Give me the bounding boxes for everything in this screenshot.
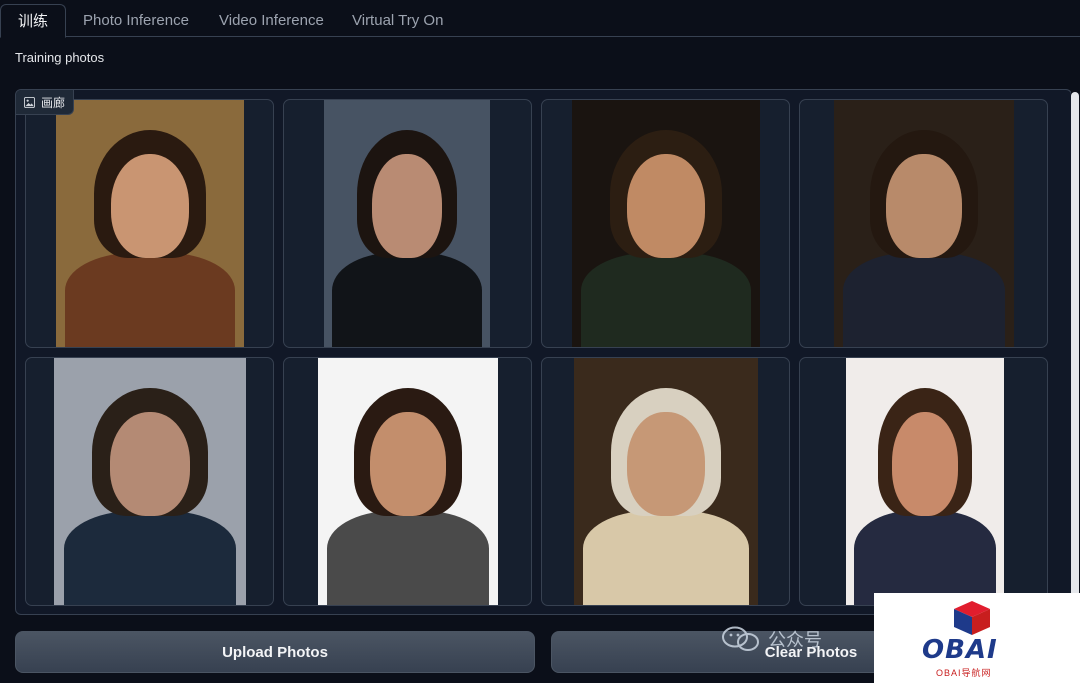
scrollbar-thumb[interactable] [1071, 92, 1079, 612]
gallery-badge-label: 画廊 [41, 95, 66, 110]
app-window: 训练 Photo Inference Video Inference Virtu… [0, 0, 1080, 683]
upload-photos-button[interactable]: Upload Photos [15, 631, 535, 673]
gallery-thumbnail[interactable] [799, 99, 1048, 348]
brand-logo-text: OBAI [922, 635, 998, 665]
tab-virtual-try-on[interactable]: Virtual Try On [335, 4, 460, 37]
portrait-photo [324, 100, 490, 347]
gallery-thumbnail[interactable] [541, 99, 790, 348]
tab-training[interactable]: 训练 [0, 4, 67, 38]
gallery-badge: 画廊 [16, 90, 75, 115]
portrait-photo [318, 358, 498, 605]
cube-logo-icon [954, 601, 990, 635]
gallery-thumbnail[interactable] [283, 99, 532, 348]
gallery-scrollbar[interactable] [1071, 90, 1079, 614]
portrait-photo [574, 358, 758, 605]
gallery-thumbnail[interactable] [283, 357, 532, 606]
photo-gallery: 画廊 [15, 89, 1072, 615]
portrait-photo [572, 100, 760, 347]
tab-photo-inference[interactable]: Photo Inference [66, 4, 206, 37]
gallery-thumbnail[interactable] [799, 357, 1048, 606]
tab-bar: 训练 Photo Inference Video Inference Virtu… [0, 0, 1080, 38]
gallery-thumbnail[interactable] [25, 357, 274, 606]
brand-logo: OBAI OBAI导航网 [874, 593, 1080, 683]
wechat-icon [722, 626, 759, 651]
tab-video-inference[interactable]: Video Inference [202, 4, 341, 37]
section-label: Training photos [15, 50, 105, 65]
brand-logo-subtext: OBAI导航网 [936, 668, 992, 678]
portrait-photo [54, 358, 246, 605]
portrait-photo [834, 100, 1014, 347]
portrait-photo [56, 100, 244, 347]
wechat-watermark-text: 公众号 [768, 630, 822, 650]
gallery-thumbnail[interactable] [25, 99, 274, 348]
image-icon [24, 96, 35, 108]
portrait-photo [846, 358, 1004, 605]
wechat-watermark: 公众号 [722, 625, 822, 653]
gallery-thumbnail[interactable] [541, 357, 790, 606]
